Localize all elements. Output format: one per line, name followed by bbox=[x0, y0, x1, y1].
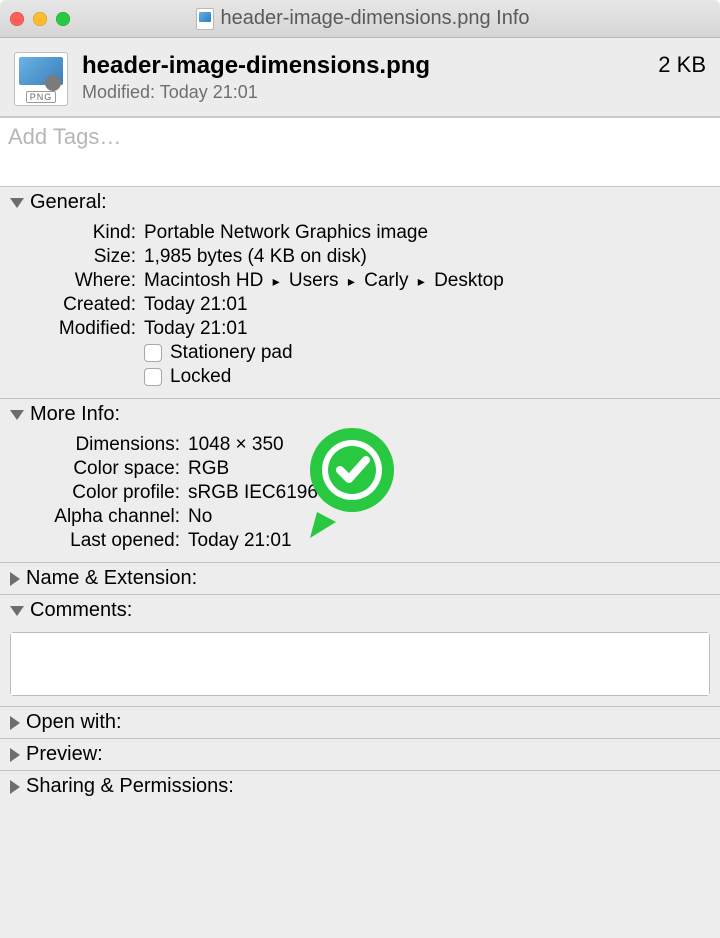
titlebar: header-image-dimensions.png Info bbox=[0, 0, 720, 38]
section-more-info-title: More Info: bbox=[30, 403, 120, 426]
alpha-label: Alpha channel: bbox=[14, 506, 180, 528]
disclosure-triangle-icon bbox=[10, 198, 24, 208]
disclosure-triangle-icon bbox=[10, 410, 24, 420]
colorspace-value: RGB bbox=[188, 458, 706, 480]
disclosure-triangle-icon bbox=[10, 606, 24, 616]
kind-value: Portable Network Graphics image bbox=[144, 222, 706, 244]
section-name-extension: Name & Extension: bbox=[0, 563, 720, 595]
comments-input[interactable] bbox=[11, 633, 709, 695]
modified-label: Modified: bbox=[14, 318, 136, 340]
colorprofile-label: Color profile: bbox=[14, 482, 180, 504]
header-summary: PNG header-image-dimensions.png Modified… bbox=[0, 38, 720, 117]
colorprofile-value: sRGB IEC61966-2.1 bbox=[188, 482, 706, 504]
file-thumbnail-icon: PNG bbox=[14, 52, 68, 106]
section-general: General: Kind: Portable Network Graphics… bbox=[0, 187, 720, 399]
where-part: Carly bbox=[364, 270, 408, 291]
window-title: header-image-dimensions.png Info bbox=[220, 7, 529, 30]
alpha-value: No bbox=[188, 506, 706, 528]
disclosure-triangle-icon bbox=[10, 780, 20, 794]
path-separator-icon: ▸ bbox=[348, 273, 355, 290]
stationery-pad-label: Stationery pad bbox=[170, 342, 293, 364]
where-part: Desktop bbox=[434, 270, 504, 291]
section-sharing-permissions-header[interactable]: Sharing & Permissions: bbox=[0, 771, 720, 802]
disclosure-triangle-icon bbox=[10, 572, 20, 586]
dimensions-label: Dimensions: bbox=[14, 434, 180, 456]
section-general-title: General: bbox=[30, 191, 107, 214]
tags-area[interactable] bbox=[0, 117, 720, 187]
modified-value: Today 21:01 bbox=[144, 318, 706, 340]
file-name: header-image-dimensions.png bbox=[82, 52, 644, 80]
kind-label: Kind: bbox=[14, 222, 136, 244]
section-comments-header[interactable]: Comments: bbox=[0, 595, 720, 626]
where-label: Where: bbox=[14, 270, 136, 292]
section-more-info: More Info: Dimensions: 1048 × 350 Color … bbox=[0, 399, 720, 563]
created-label: Created: bbox=[14, 294, 136, 316]
section-comments-title: Comments: bbox=[30, 599, 132, 622]
comments-box[interactable] bbox=[10, 632, 710, 696]
section-sharing-permissions: Sharing & Permissions: bbox=[0, 771, 720, 802]
window-title-wrap: header-image-dimensions.png Info bbox=[16, 7, 710, 30]
section-open-with: Open with: bbox=[0, 707, 720, 739]
section-name-extension-title: Name & Extension: bbox=[26, 567, 197, 590]
tags-input[interactable] bbox=[8, 124, 712, 150]
section-name-extension-header[interactable]: Name & Extension: bbox=[0, 563, 720, 594]
section-more-info-header[interactable]: More Info: bbox=[0, 399, 720, 430]
path-separator-icon: ▸ bbox=[418, 273, 425, 290]
info-window: header-image-dimensions.png Info PNG hea… bbox=[0, 0, 720, 938]
document-icon bbox=[196, 8, 214, 30]
dimensions-value: 1048 × 350 bbox=[188, 434, 706, 456]
where-part: Users bbox=[289, 270, 339, 291]
section-sharing-permissions-title: Sharing & Permissions: bbox=[26, 775, 234, 798]
locked-label: Locked bbox=[170, 366, 231, 388]
size-value: 1,985 bytes (4 KB on disk) bbox=[144, 246, 706, 268]
file-size-summary: 2 KB bbox=[658, 52, 706, 78]
modified-line: Modified: Today 21:01 bbox=[82, 82, 644, 103]
locked-row[interactable]: Locked bbox=[144, 366, 706, 388]
lastopened-label: Last opened: bbox=[14, 530, 180, 552]
locked-checkbox[interactable] bbox=[144, 368, 162, 386]
section-preview-title: Preview: bbox=[26, 743, 103, 766]
modified-label: Modified: bbox=[82, 82, 155, 102]
disclosure-triangle-icon bbox=[10, 716, 20, 730]
section-open-with-header[interactable]: Open with: bbox=[0, 707, 720, 738]
stationery-pad-checkbox[interactable] bbox=[144, 344, 162, 362]
modified-value: Today 21:01 bbox=[160, 82, 258, 102]
colorspace-label: Color space: bbox=[14, 458, 180, 480]
section-preview-header[interactable]: Preview: bbox=[0, 739, 720, 770]
stationery-pad-row[interactable]: Stationery pad bbox=[144, 342, 706, 364]
section-comments: Comments: bbox=[0, 595, 720, 707]
size-label: Size: bbox=[14, 246, 136, 268]
section-open-with-title: Open with: bbox=[26, 711, 122, 734]
where-value: Macintosh HD ▸ Users ▸ Carly ▸ Desktop bbox=[144, 270, 706, 292]
disclosure-triangle-icon bbox=[10, 748, 20, 762]
section-general-header[interactable]: General: bbox=[0, 187, 720, 218]
where-part: Macintosh HD bbox=[144, 270, 263, 291]
path-separator-icon: ▸ bbox=[273, 273, 280, 290]
section-preview: Preview: bbox=[0, 739, 720, 771]
file-thumbnail-badge: PNG bbox=[26, 91, 57, 103]
created-value: Today 21:01 bbox=[144, 294, 706, 316]
lastopened-value: Today 21:01 bbox=[188, 530, 706, 552]
